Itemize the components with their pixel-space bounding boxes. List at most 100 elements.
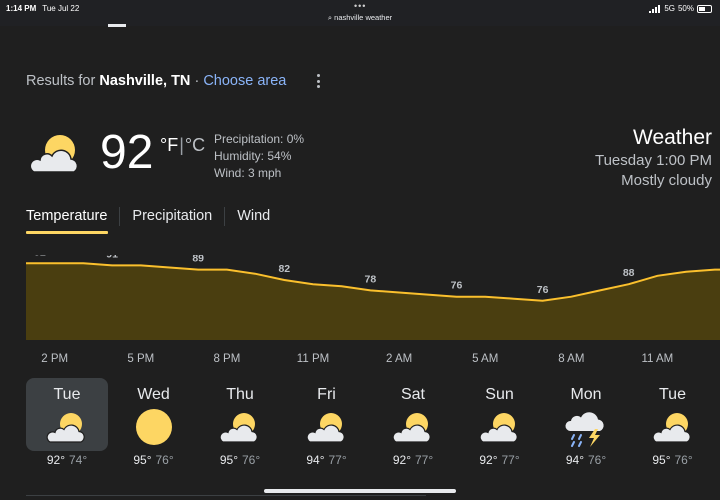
data-label: 76 xyxy=(451,280,463,292)
weather-header: Weather Tuesday 1:00 PM Mostly cloudy xyxy=(595,125,712,191)
day-temps: 95° 76° xyxy=(113,453,195,467)
unit-separator: | xyxy=(179,135,184,155)
partly-cloudy-icon xyxy=(306,413,345,443)
battery-percent: 50% xyxy=(677,4,694,13)
time-tick-label: 8 PM xyxy=(213,353,241,365)
day-low: 77° xyxy=(501,453,520,467)
daily-forecast: Tue 92° 74° Wed 95° 76° Thu 95° 76° Fri 94° 77° Sat 9… xyxy=(24,378,720,482)
partly-cloudy-icon xyxy=(219,413,258,443)
precipitation-text: Precipitation: 0% xyxy=(214,132,305,146)
divider xyxy=(26,495,426,496)
forecast-day[interactable]: Sat 92° 77° xyxy=(372,378,454,467)
day-low: 76° xyxy=(242,453,261,467)
forecast-day[interactable]: Fri 94° 77° xyxy=(286,378,368,467)
separator-dot: · xyxy=(194,73,200,89)
partly-cloudy-icon xyxy=(46,413,85,443)
weather-condition: Mostly cloudy xyxy=(621,172,712,189)
data-label: 92 xyxy=(34,255,46,258)
network-label: 5G xyxy=(664,4,675,13)
forecast-day[interactable]: Tue 92° 74° xyxy=(26,378,108,467)
day-temps: 92° 77° xyxy=(372,453,454,467)
unit-fahrenheit[interactable]: °F xyxy=(160,135,178,155)
day-temps: 94° 77° xyxy=(286,453,368,467)
day-high: 95° xyxy=(219,453,238,467)
unit-celsius[interactable]: °C xyxy=(185,135,205,155)
more-dots-icon[interactable]: ••• xyxy=(354,1,366,11)
signal-icon xyxy=(649,4,661,13)
data-label: 78 xyxy=(365,273,377,285)
tab-wind[interactable]: Wind xyxy=(224,207,282,226)
day-name: Tue xyxy=(659,386,686,403)
day-temps: 95° 76° xyxy=(632,453,714,467)
status-time: 1:14 PM Tue Jul 22 xyxy=(6,4,80,13)
time-tick-label: 8 AM xyxy=(558,353,585,365)
partly-cloudy-icon xyxy=(652,413,691,443)
data-label: 82 xyxy=(278,263,290,275)
current-details: Precipitation: 0% Humidity: 54% Wind: 3 … xyxy=(214,131,304,182)
day-low: 76° xyxy=(674,453,693,467)
battery-icon xyxy=(697,4,712,13)
results-prefix: Results for xyxy=(26,73,96,89)
day-temps: 95° 76° xyxy=(199,453,281,467)
day-low: 77° xyxy=(415,453,434,467)
day-high: 95° xyxy=(133,453,152,467)
weather-title: Weather xyxy=(633,126,712,149)
unit-toggle: °F|°C xyxy=(160,135,205,156)
chart-tabs: Temperature Precipitation Wind xyxy=(26,207,282,226)
humidity-text: Humidity: 54% xyxy=(214,149,292,163)
tab-temperature[interactable]: Temperature xyxy=(26,207,119,226)
thunderstorm-icon xyxy=(565,412,604,447)
sunny-icon xyxy=(135,409,172,445)
day-name: Fri xyxy=(317,386,336,403)
day-high: 92° xyxy=(46,453,65,467)
time-tick-label: 11 AM xyxy=(641,353,674,365)
time-tick-label: 2 PM xyxy=(41,353,69,365)
data-label: 88 xyxy=(623,267,635,279)
wind-text: Wind: 3 mph xyxy=(214,166,282,180)
day-name: Mon xyxy=(570,386,602,403)
day-name: Tue xyxy=(53,386,81,403)
day-high: 95° xyxy=(652,453,671,467)
time-tick-label: 5 PM xyxy=(127,353,155,365)
more-options-icon[interactable] xyxy=(313,73,323,89)
day-low: 76° xyxy=(155,453,174,467)
day-high: 92° xyxy=(479,453,498,467)
day-name: Thu xyxy=(226,386,254,403)
day-high: 92° xyxy=(392,453,411,467)
choose-area-link[interactable]: Choose area xyxy=(203,73,286,89)
browser-tab-indicator xyxy=(108,24,126,27)
address-bar[interactable]: ⌕ nashville weather xyxy=(0,13,720,23)
tab-precipitation[interactable]: Precipitation xyxy=(119,207,224,226)
day-temps: 92° 77° xyxy=(459,453,541,467)
time-tick-label: 2 AM xyxy=(385,353,413,365)
forecast-day[interactable]: Sun 92° 77° xyxy=(459,378,541,467)
day-name: Wed xyxy=(137,386,170,403)
day-low: 77° xyxy=(328,453,347,467)
forecast-day[interactable]: Thu 95° 76° xyxy=(199,378,281,467)
time-axis: 2 PM 5 PM 8 PM 11 PM 2 AM 5 AM 8 AM 11 AM xyxy=(0,353,720,369)
day-name: Sun xyxy=(485,386,514,403)
home-indicator xyxy=(264,489,456,493)
weather-datetime: Tuesday 1:00 PM xyxy=(594,152,712,169)
results-for-line: Results for Nashville, TN · Choose area xyxy=(26,73,286,89)
day-low: 74° xyxy=(69,453,88,467)
data-label: 89 xyxy=(192,255,204,265)
forecast-day[interactable]: Wed 95° 76° xyxy=(113,378,195,467)
data-label: 76 xyxy=(537,284,549,296)
location-name: Nashville, TN xyxy=(99,73,191,89)
active-tab-underline xyxy=(26,231,108,234)
partly-cloudy-icon xyxy=(392,413,431,443)
current-temperature: 92 xyxy=(100,126,154,179)
day-high: 94° xyxy=(565,453,584,467)
forecast-day[interactable]: Mon 94° 76° xyxy=(545,378,627,467)
status-date: Tue Jul 22 xyxy=(42,4,80,13)
time-tick-label: 11 PM xyxy=(296,353,330,365)
data-label: 91 xyxy=(106,255,118,260)
status-indicators: 5G 50% xyxy=(649,4,712,13)
day-temps: 94° 76° xyxy=(545,453,627,467)
status-bar: 1:14 PM Tue Jul 22 ••• ⌕ nashville weathe… xyxy=(0,0,720,26)
day-name: Sat xyxy=(400,386,425,403)
forecast-day[interactable]: Tue 95° 76° xyxy=(632,378,714,467)
time-tick-label: 5 AM xyxy=(472,353,499,365)
temperature-chart: 92 91 89 82 78 76 76 88 xyxy=(26,255,720,340)
